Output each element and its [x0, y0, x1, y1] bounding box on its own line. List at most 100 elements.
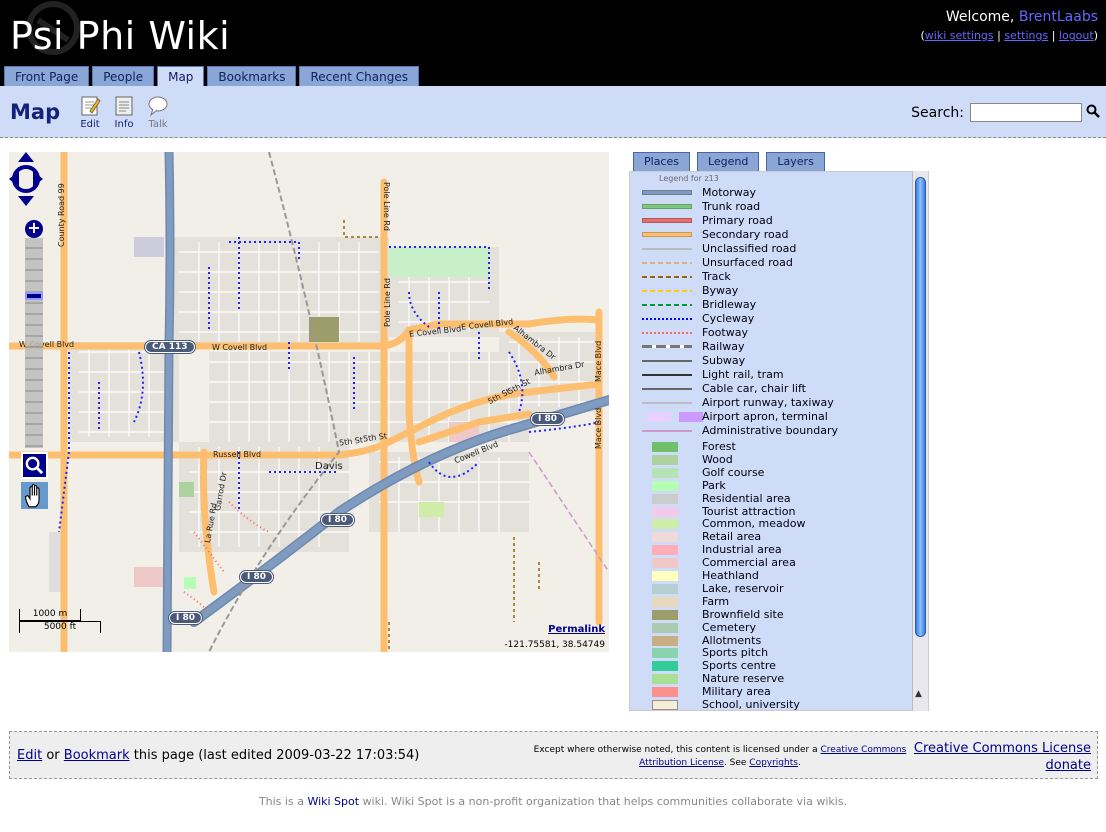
- talk-button[interactable]: Talk: [143, 95, 173, 130]
- legend-item: Track: [630, 270, 920, 284]
- tab-legend[interactable]: Legend: [696, 152, 760, 171]
- legend-item: Allotments: [630, 634, 920, 648]
- legend-label: Secondary road: [702, 228, 789, 241]
- legend-panel: Legend for z13 Motorway Trunk road Primary…: [629, 171, 929, 711]
- shield-ca113: CA 113: [144, 340, 196, 354]
- legend-label: Unsurfaced road: [702, 256, 793, 269]
- copyrights-link[interactable]: Copyrights: [749, 758, 798, 768]
- pan-mode-button[interactable]: [21, 482, 48, 509]
- legend-item: Heathland: [630, 569, 920, 583]
- search-icon[interactable]: [1086, 104, 1100, 118]
- wiki-settings-link[interactable]: wiki settings: [925, 29, 994, 42]
- zoom-box-button[interactable]: [21, 452, 48, 479]
- legend-swatch: [642, 360, 692, 362]
- legend-item: Industrial area: [630, 543, 920, 557]
- legend-item: Military area: [630, 685, 920, 699]
- legend-label: Cemetery: [702, 620, 757, 634]
- pan-up-icon: [18, 152, 34, 162]
- legend-label: Airport apron, terminal: [702, 410, 828, 423]
- wikispot-link[interactable]: Wiki Spot: [307, 795, 359, 808]
- legend-label: Forest: [702, 440, 736, 453]
- info-button[interactable]: Info: [109, 95, 139, 130]
- legend-item: Sports pitch: [630, 646, 920, 660]
- map-label-pole-line-rd: Pole Line Rd: [382, 182, 391, 231]
- scroll-up-arrow-icon[interactable]: ▲: [915, 689, 922, 699]
- site-header: Psi Phi Wiki Welcome, BrentLaabs (wiki s…: [0, 0, 1106, 87]
- license-notice: Except where otherwise noted, this conte…: [530, 744, 910, 770]
- user-links: (wiki settings | settings | logout): [920, 29, 1098, 42]
- legend-label: Nature reserve: [702, 672, 785, 686]
- legend-swatch: [652, 571, 678, 581]
- map-canvas[interactable]: County Road 99 Pole Line Rd Pole Line Rd…: [9, 152, 609, 652]
- map-label-mace-blvd: Mace Blvd: [594, 340, 603, 382]
- map-label-russell-blvd: Russell Blvd: [213, 450, 262, 459]
- tab-front-page[interactable]: Front Page: [4, 66, 90, 86]
- legend-item: Airport runway, taxiway: [630, 396, 920, 410]
- search-input[interactable]: [970, 103, 1082, 122]
- legend-scrollbar[interactable]: ▲: [912, 171, 928, 711]
- legend-label: Sports centre: [702, 659, 776, 673]
- legend-swatch: [652, 674, 678, 685]
- page-footer: Edit or Bookmark this page (last edited …: [9, 731, 1098, 779]
- tab-bookmarks[interactable]: Bookmarks: [207, 66, 297, 86]
- legend-label: Cable car, chair lift: [702, 382, 806, 395]
- shield-i80-south: I 80: [167, 611, 204, 625]
- legend-item: Cycleway: [630, 312, 920, 326]
- legend-swatch: [642, 345, 692, 348]
- tab-places[interactable]: Places: [633, 152, 690, 171]
- legend-item: Unsurfaced road: [630, 256, 920, 270]
- footer-edit-link[interactable]: Edit: [17, 748, 42, 763]
- scale-metric: 1000 m: [19, 609, 81, 621]
- donate-link[interactable]: donate: [914, 757, 1091, 774]
- legend-item: Trunk road: [630, 200, 920, 214]
- edit-label: Edit: [80, 119, 100, 130]
- legend-label: Lake, reservoir: [702, 581, 784, 595]
- legend-item: Brownfield site: [630, 608, 920, 622]
- license-period: .: [797, 758, 801, 768]
- legend-item: Lake, reservoir: [630, 582, 920, 596]
- footer-edit-info: Edit or Bookmark this page (last edited …: [17, 748, 419, 763]
- legend-swatch: [642, 304, 692, 306]
- page-title: Map: [10, 100, 61, 124]
- permalink-link[interactable]: Permalink: [548, 624, 605, 635]
- zoom-slider-track[interactable]: [25, 238, 43, 448]
- logout-link[interactable]: logout: [1059, 29, 1094, 42]
- tab-recent-changes[interactable]: Recent Changes: [299, 66, 419, 86]
- welcome-message: Welcome, BrentLaabs: [946, 9, 1098, 25]
- zoom-slider-handle[interactable]: [25, 292, 43, 300]
- legend-swatch: [642, 218, 692, 223]
- edit-button[interactable]: Edit: [75, 95, 105, 130]
- footer-or: or: [46, 748, 60, 763]
- legend-label: Footway: [702, 326, 748, 339]
- legend-swatch: [652, 532, 678, 543]
- shield-i80-southwest: I 80: [238, 570, 275, 584]
- license-prefix: Except where otherwise noted, this conte…: [533, 745, 818, 755]
- legend-item: Park: [630, 479, 920, 493]
- footer-bookmark-link[interactable]: Bookmark: [64, 748, 130, 763]
- zoom-in-button[interactable]: +: [25, 220, 43, 238]
- pan-control[interactable]: [9, 152, 43, 206]
- scrollbar-thumb[interactable]: [915, 177, 926, 637]
- legend-item: Sports centre: [630, 659, 920, 673]
- mouse-coordinates: -121.75581, 38.54749: [504, 640, 605, 650]
- legend-label: Industrial area: [702, 543, 782, 557]
- legend-swatch: [652, 506, 678, 517]
- hand-icon: [24, 483, 40, 508]
- site-title[interactable]: Psi Phi Wiki: [10, 14, 230, 58]
- legend-swatch: [652, 454, 678, 465]
- legend-swatch: [642, 374, 692, 376]
- settings-link[interactable]: settings: [1004, 29, 1048, 42]
- legend-swatch: [642, 248, 692, 250]
- cc-license-link[interactable]: Creative Commons License: [914, 740, 1091, 757]
- tab-map[interactable]: Map: [157, 66, 205, 87]
- legend-label: Common, meadow: [702, 517, 806, 531]
- search-label: Search:: [911, 105, 964, 121]
- wikispot-prefix: This is a: [258, 795, 304, 808]
- tab-people[interactable]: People: [92, 66, 155, 86]
- shield-i80-east: I 80: [529, 412, 566, 426]
- username-link[interactable]: BrentLaabs: [1019, 9, 1098, 25]
- legend-item: Light rail, tram: [630, 368, 920, 382]
- legend-swatch: [642, 262, 692, 264]
- tab-layers[interactable]: Layers: [766, 152, 825, 171]
- legend-item: Nature reserve: [630, 672, 920, 686]
